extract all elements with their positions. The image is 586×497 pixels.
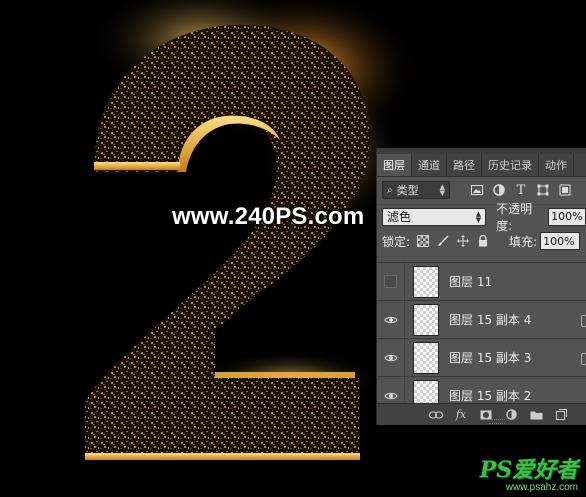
adjustment-layer-icon[interactable] — [504, 409, 518, 421]
lock-all-icon[interactable] — [476, 235, 489, 248]
filter-kind-select[interactable]: ⌕ 类型 ▲ ▼ — [382, 181, 450, 199]
lock-label: 锁定: — [382, 234, 411, 249]
layer-row[interactable]: 图层 11 — [377, 263, 586, 301]
image-filter-icon[interactable] — [470, 183, 484, 197]
visibility-toggle[interactable] — [377, 263, 405, 300]
layer-name: 图层 15 副本 3 — [449, 351, 532, 365]
middle-ledge-highlight — [215, 372, 355, 378]
select-arrows-icon: ▲ ▼ — [475, 209, 482, 224]
adjustment-filter-icon[interactable] — [492, 183, 506, 197]
layer-row[interactable]: 图层 15 副本 2 — [377, 377, 586, 405]
filter-kind-value: 类型 — [396, 184, 419, 197]
blend-mode-select[interactable]: 滤色 ▲ ▼ — [382, 207, 487, 226]
blend-row: 滤色 ▲ ▼ 不透明度: 100% — [377, 202, 586, 233]
visibility-toggle[interactable] — [377, 377, 405, 405]
watermark-text: www.240PS.com — [172, 203, 365, 230]
layer-row[interactable]: 图层 15 副本 3 — [377, 339, 586, 377]
hidden-visibility-icon — [384, 275, 397, 288]
select-arrows-icon: ▲ ▼ — [439, 183, 445, 197]
layer-thumbnail — [413, 265, 439, 298]
top-ledge-highlight — [94, 162, 180, 170]
search-icon: ⌕ — [387, 184, 393, 196]
layer-name: 图层 15 副本 2 — [449, 389, 532, 403]
layer-thumbnail — [413, 341, 439, 374]
clip-link-icon — [581, 315, 586, 327]
tab-layers[interactable]: 图层 — [377, 154, 412, 176]
panel-bottom-bar: fx — [377, 403, 586, 425]
layers-panel: 图层 通道 路径 历史记录 动作 ⌕ 类型 ▲ ▼ T 滤色 ▲ ▼ 不透明度:… — [376, 148, 586, 425]
bottom-ledge-highlight — [85, 453, 360, 460]
panel-tabs: 图层 通道 路径 历史记录 动作 — [377, 154, 586, 177]
fill-label: 填充: — [509, 234, 538, 249]
site-logo: PS爱好者 www.psahz.com — [480, 459, 578, 493]
panel-resize-grip[interactable] — [489, 419, 505, 424]
layer-thumbnail — [413, 379, 439, 405]
fill-input[interactable]: 100% — [540, 232, 581, 250]
tab-history[interactable]: 历史记录 — [482, 154, 539, 176]
eye-icon — [383, 354, 398, 361]
blend-mode-value: 滤色 — [387, 210, 412, 224]
layer-name: 图层 15 副本 4 — [449, 313, 532, 327]
clip-link-icon — [581, 353, 586, 365]
visibility-toggle[interactable] — [377, 301, 405, 338]
type-filter-icon[interactable]: T — [514, 183, 528, 198]
fx-icon[interactable]: fx — [454, 408, 468, 421]
visibility-toggle[interactable] — [377, 339, 405, 376]
filter-row: ⌕ 类型 ▲ ▼ T — [377, 178, 586, 202]
new-group-icon[interactable] — [529, 409, 543, 421]
shape-filter-icon[interactable] — [536, 183, 550, 197]
layers-list: 图层 11 图层 15 副本 4 图层 15 副本 3 图层 15 副本 2 — [377, 262, 586, 405]
smart-object-filter-icon[interactable] — [558, 183, 572, 197]
lock-row: 锁定: 填充: 100% — [377, 230, 586, 252]
new-layer-icon[interactable] — [554, 409, 568, 421]
tab-paths[interactable]: 路径 — [447, 154, 482, 176]
tab-channels[interactable]: 通道 — [412, 154, 447, 176]
lock-pixels-brush-icon[interactable] — [436, 235, 449, 248]
eye-icon — [383, 392, 398, 399]
lock-transparency-icon[interactable] — [416, 235, 429, 248]
eye-icon — [383, 316, 398, 323]
lock-icons — [416, 235, 489, 248]
link-layers-icon[interactable] — [429, 409, 443, 421]
tab-actions[interactable]: 动作 — [539, 154, 574, 176]
layer-row[interactable]: 图层 15 副本 4 — [377, 301, 586, 339]
logo-main-text: PS爱好者 — [479, 457, 578, 483]
lock-position-move-icon[interactable] — [456, 235, 469, 248]
opacity-label: 不透明度: — [496, 201, 533, 233]
logo-url-text: www.psahz.com — [505, 482, 578, 493]
opacity-input[interactable]: 100% — [548, 207, 586, 226]
layer-name: 图层 11 — [449, 275, 493, 289]
layer-thumbnail — [413, 303, 439, 336]
filter-icons: T — [470, 183, 572, 198]
